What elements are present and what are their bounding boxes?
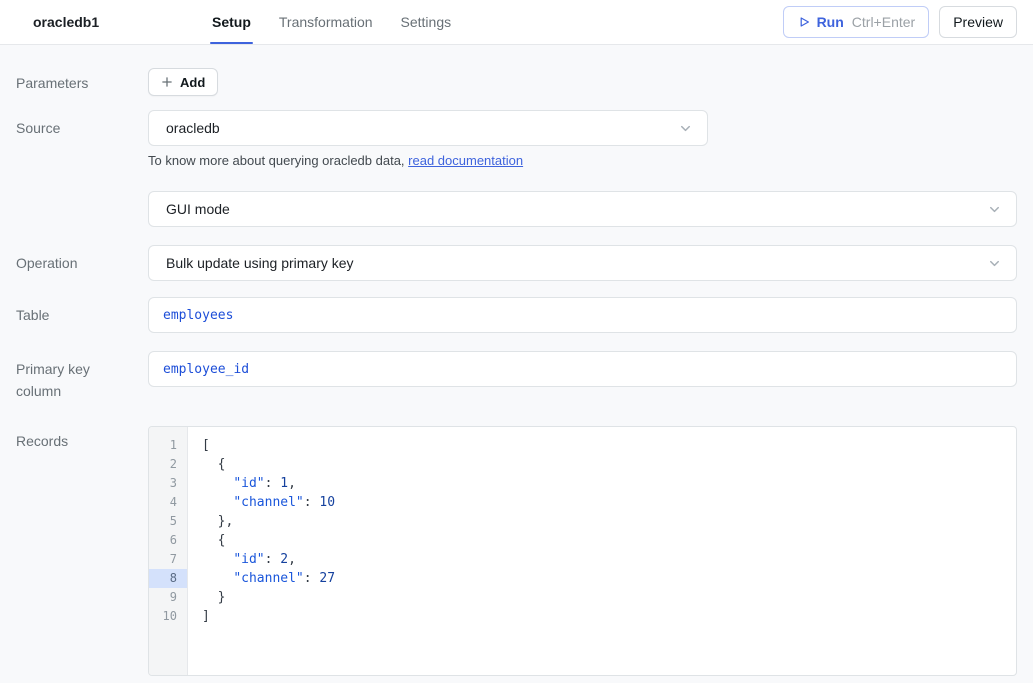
code-token-punct: :: [304, 495, 320, 510]
code-token-punct: :: [265, 476, 281, 491]
play-icon: [797, 15, 811, 29]
code-token-punct: },: [202, 514, 233, 529]
code-line[interactable]: "channel": 10: [202, 493, 1016, 512]
line-number: 10: [149, 607, 187, 626]
code-line[interactable]: "channel": 27: [202, 569, 1016, 588]
table-row-field: Table employees: [16, 297, 1017, 333]
query-name[interactable]: oracledb1: [16, 0, 212, 44]
code-line[interactable]: {: [202, 531, 1016, 550]
code-token-punct: :: [304, 571, 320, 586]
chevron-down-icon: [678, 121, 693, 136]
primary-key-row: Primary key column employee_id: [16, 351, 1017, 402]
primary-key-label: Primary key column: [16, 351, 148, 402]
primary-key-input[interactable]: employee_id: [148, 351, 1017, 387]
query-setup-form: Parameters Add Source oracledb: [0, 45, 1033, 676]
chevron-down-icon: [987, 256, 1002, 271]
code-token-key: "id": [233, 476, 264, 491]
code-line[interactable]: }: [202, 588, 1016, 607]
code-line[interactable]: "id": 2,: [202, 550, 1016, 569]
code-token-punct: [202, 476, 233, 491]
table-input[interactable]: employees: [148, 297, 1017, 333]
code-token-num: 27: [319, 571, 335, 586]
code-token-num: 10: [319, 495, 335, 510]
records-gutter: 12345678910: [149, 427, 188, 675]
code-line[interactable]: "id": 1,: [202, 474, 1016, 493]
line-number: 1: [149, 436, 187, 455]
records-code[interactable]: [ { "id": 1, "channel": 10 }, { "id": 2,…: [188, 427, 1016, 675]
operation-row: Operation Bulk update using primary key: [16, 245, 1017, 281]
tab-settings[interactable]: Settings: [401, 0, 452, 44]
records-row: Records 12345678910 [ { "id": 1, "channe…: [16, 426, 1017, 676]
read-documentation-link[interactable]: read documentation: [408, 153, 523, 168]
line-number: 5: [149, 512, 187, 531]
line-number: 4: [149, 493, 187, 512]
code-token-punct: }: [202, 590, 225, 605]
tab-setup[interactable]: Setup: [212, 0, 251, 44]
chevron-down-icon: [987, 202, 1002, 217]
tab-bar: Setup Transformation Settings: [212, 0, 451, 44]
code-token-num: 2: [280, 552, 288, 567]
line-number: 2: [149, 455, 187, 474]
operation-select[interactable]: Bulk update using primary key: [148, 245, 1017, 281]
code-token-key: "id": [233, 552, 264, 567]
code-token-punct: ]: [202, 609, 210, 624]
code-token-punct: [202, 571, 233, 586]
code-line[interactable]: },: [202, 512, 1016, 531]
line-number: 8: [149, 569, 187, 588]
primary-key-input-value: employee_id: [163, 362, 249, 377]
plus-icon: [161, 76, 173, 88]
mode-select[interactable]: GUI mode: [148, 191, 1017, 227]
code-token-punct: {: [202, 457, 225, 472]
parameters-row: Parameters Add: [16, 68, 1017, 96]
query-editor-header: oracledb1 Setup Transformation Settings …: [0, 0, 1033, 45]
line-number: 9: [149, 588, 187, 607]
run-label: Run: [817, 14, 844, 30]
line-number: 6: [149, 531, 187, 550]
code-line[interactable]: {: [202, 455, 1016, 474]
line-number: 3: [149, 474, 187, 493]
code-token-punct: :: [265, 552, 281, 567]
code-token-key: "channel": [233, 495, 303, 510]
source-select-value: oracledb: [166, 120, 220, 136]
source-label: Source: [16, 110, 148, 168]
table-label: Table: [16, 297, 148, 333]
mode-label-spacer: [16, 191, 148, 227]
code-line[interactable]: [: [202, 436, 1016, 455]
code-token-num: 1: [280, 476, 288, 491]
tab-transformation[interactable]: Transformation: [279, 0, 373, 44]
add-parameter-label: Add: [180, 75, 205, 90]
line-number: 7: [149, 550, 187, 569]
source-row: Source oracledb To know more about query…: [16, 110, 1017, 168]
code-token-punct: [: [202, 438, 210, 453]
code-token-punct: [202, 552, 233, 567]
source-help-prefix: To know more about querying oracledb dat…: [148, 153, 408, 168]
code-token-punct: {: [202, 533, 225, 548]
mode-row: GUI mode: [16, 191, 1017, 227]
code-token-key: "channel": [233, 571, 303, 586]
operation-select-value: Bulk update using primary key: [166, 255, 354, 271]
preview-button[interactable]: Preview: [939, 6, 1017, 38]
header-actions: Run Ctrl+Enter Preview: [783, 0, 1017, 44]
run-button[interactable]: Run Ctrl+Enter: [783, 6, 930, 38]
records-label: Records: [16, 426, 148, 676]
source-help-text: To know more about querying oracledb dat…: [148, 153, 1017, 168]
code-token-punct: ,: [288, 476, 296, 491]
parameters-label: Parameters: [16, 68, 148, 96]
code-token-punct: [202, 495, 233, 510]
operation-label: Operation: [16, 245, 148, 281]
table-input-value: employees: [163, 308, 233, 323]
source-select[interactable]: oracledb: [148, 110, 708, 146]
run-shortcut: Ctrl+Enter: [852, 14, 915, 30]
mode-select-value: GUI mode: [166, 201, 230, 217]
code-line[interactable]: ]: [202, 607, 1016, 626]
add-parameter-button[interactable]: Add: [148, 68, 218, 96]
code-token-punct: ,: [288, 552, 296, 567]
records-editor[interactable]: 12345678910 [ { "id": 1, "channel": 10 }…: [148, 426, 1017, 676]
